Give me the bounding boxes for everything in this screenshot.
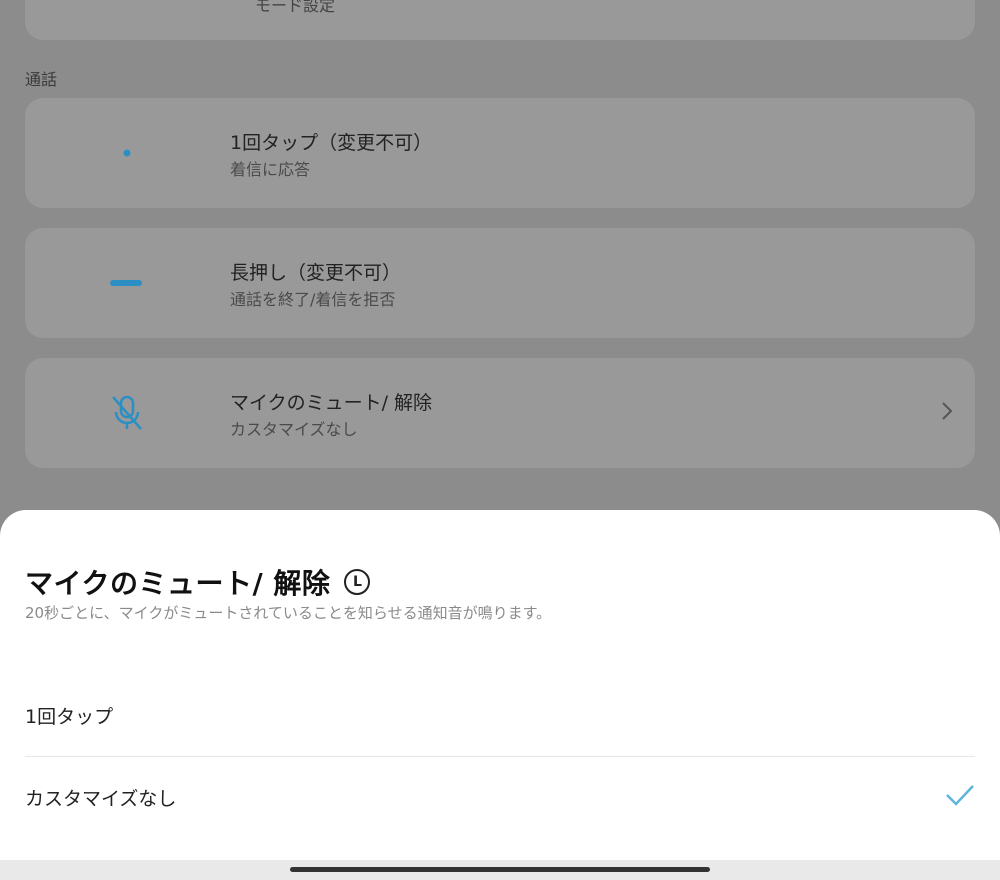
- sheet-header: マイクのミュート/ 解除 L: [25, 562, 371, 602]
- mode-settings-label: モード設定: [255, 0, 336, 15]
- mic-mute-title: マイクのミュート/ 解除: [230, 392, 433, 414]
- home-indicator[interactable]: [290, 867, 710, 872]
- long-press-subtitle: 通話を終了/着信を拒否: [230, 290, 396, 309]
- single-tap-subtitle: 着信に応答: [230, 160, 311, 179]
- long-press-title: 長押し（変更不可）: [230, 262, 402, 284]
- dot-icon: [97, 123, 157, 183]
- mic-mute-subtitle: カスタマイズなし: [230, 420, 358, 439]
- option-no-customize-label: カスタマイズなし: [25, 787, 177, 810]
- mic-muted-icon: [97, 383, 157, 443]
- option-no-customize[interactable]: カスタマイズなし: [25, 767, 975, 827]
- checkmark-icon: [945, 783, 975, 811]
- chevron-right-icon: [941, 401, 953, 425]
- sheet-title: マイクのミュート/ 解除: [25, 567, 331, 600]
- mode-settings-card[interactable]: モード設定: [25, 0, 975, 40]
- option-divider: [25, 756, 975, 757]
- left-earbud-badge-icon: L: [344, 569, 371, 595]
- option-single-tap[interactable]: 1回タップ: [25, 685, 975, 745]
- section-label-call: 通話: [25, 70, 58, 89]
- single-tap-title: 1回タップ（変更不可）: [230, 132, 433, 154]
- dash-icon: [97, 253, 157, 313]
- single-tap-card: 1回タップ（変更不可） 着信に応答: [25, 98, 975, 208]
- long-press-card: 長押し（変更不可） 通話を終了/着信を拒否: [25, 228, 975, 338]
- bottom-sheet: マイクのミュート/ 解除 L 20秒ごとに、マイクがミュートされていることを知ら…: [0, 510, 1000, 880]
- option-single-tap-label: 1回タップ: [25, 705, 114, 728]
- sheet-description: 20秒ごとに、マイクがミュートされていることを知らせる通知音が鳴ります。: [25, 604, 552, 622]
- mic-mute-card[interactable]: マイクのミュート/ 解除 カスタマイズなし: [25, 358, 975, 468]
